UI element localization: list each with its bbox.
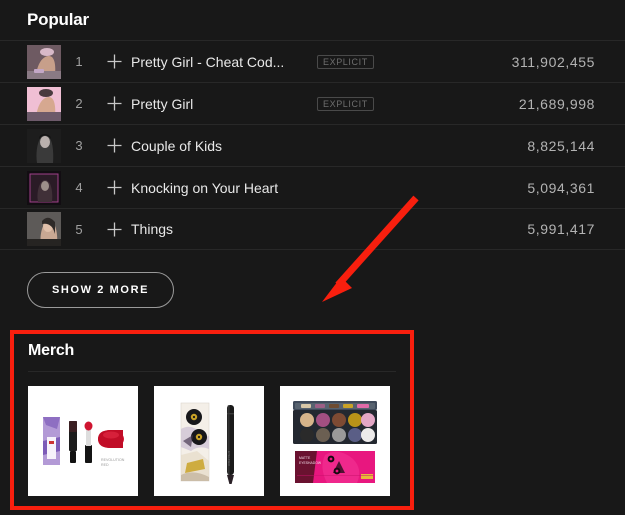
popular-heading: Popular [27, 10, 89, 29]
track-play-count: 8,825,144 [527, 137, 595, 154]
plus-icon[interactable] [97, 180, 131, 195]
merch-heading: Merch [28, 342, 75, 359]
track-play-count: 21,689,998 [518, 95, 595, 112]
explicit-badge: EXPLICIT [317, 96, 374, 111]
track-row[interactable]: 1 Pretty Girl - Cheat Cod... EXPLICIT 31… [0, 40, 625, 82]
album-art-thumbnail [27, 128, 61, 163]
track-row[interactable]: 2 Pretty Girl EXPLICIT 21,689,998 [0, 82, 625, 124]
svg-text:EYELINER: EYELINER [227, 451, 231, 467]
track-title[interactable]: Couple of Kids [131, 138, 311, 154]
track-title[interactable]: Knocking on Your Heart [131, 180, 311, 196]
track-number: 1 [75, 54, 83, 69]
plus-icon[interactable] [97, 54, 131, 69]
album-art-thumbnail [27, 212, 61, 246]
track-number: 5 [75, 221, 83, 237]
track-number: 4 [75, 180, 83, 195]
plus-icon[interactable] [97, 138, 131, 153]
plus-icon[interactable] [97, 96, 131, 111]
track-row[interactable]: 5 Things 5,991,417 [0, 208, 625, 250]
artist-page: Popular 1 Pretty Girl - Cheat Cod... EXP… [0, 0, 625, 515]
track-row[interactable]: 3 Couple of Kids 8,825,144 [0, 124, 625, 166]
svg-text:REVOLUTION: REVOLUTION [101, 458, 125, 462]
merch-item-lipstick[interactable]: REVOLUTION RED [28, 386, 138, 496]
explicit-badge: EXPLICIT [317, 54, 374, 69]
track-title[interactable]: Things [131, 221, 311, 237]
track-number: 2 [75, 96, 83, 111]
album-art-thumbnail [27, 170, 61, 205]
album-art-thumbnail [27, 86, 61, 121]
track-play-count: 5,991,417 [527, 221, 595, 237]
merch-item-eyeliner[interactable]: EYELINER [154, 386, 264, 496]
svg-text:MATTE: MATTE [299, 456, 311, 460]
svg-text:EYESHADOW: EYESHADOW [299, 461, 322, 465]
plus-icon[interactable] [97, 222, 131, 237]
track-title[interactable]: Pretty Girl [131, 96, 311, 112]
popular-section: Popular 1 Pretty Girl - Cheat Cod... EXP… [0, 0, 625, 308]
track-number: 3 [75, 138, 83, 153]
track-title[interactable]: Pretty Girl - Cheat Cod... [131, 54, 311, 70]
merch-item-eyeshadow-palette[interactable]: MATTE EYESHADOW [280, 386, 390, 496]
merch-section: Merch REVOLUTION RED EYELINER MATTE EYES… [12, 332, 412, 508]
merch-item-list: REVOLUTION RED EYELINER MATTE EYESHADOW [12, 372, 412, 496]
track-play-count: 311,902,455 [511, 53, 595, 70]
popular-track-list: 1 Pretty Girl - Cheat Cod... EXPLICIT 31… [0, 40, 625, 250]
show-more-container: SHOW 2 MORE [0, 250, 625, 308]
album-art-thumbnail [27, 44, 61, 79]
track-play-count: 5,094,361 [527, 179, 595, 196]
svg-text:RED: RED [101, 463, 109, 467]
show-more-button[interactable]: SHOW 2 MORE [27, 272, 175, 308]
track-row[interactable]: 4 Knocking on Your Heart 5,094,361 [0, 166, 625, 208]
